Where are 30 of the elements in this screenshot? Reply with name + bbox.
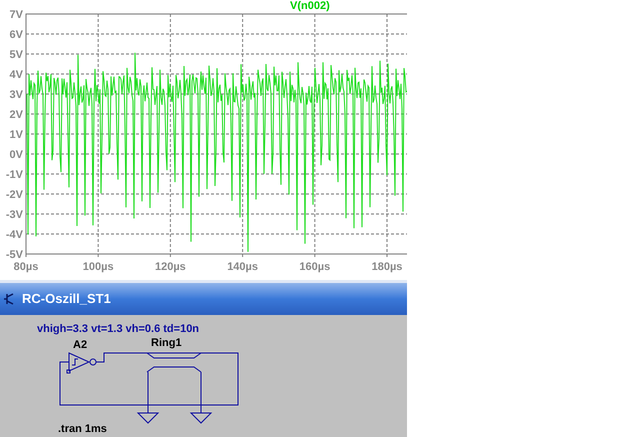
y-axis-label: 2V	[10, 109, 23, 121]
y-axis-label: 4V	[10, 69, 23, 81]
x-axis-label: 180µs	[372, 261, 402, 273]
transmission-line-symbol	[146, 352, 202, 372]
y-axis-label: 5V	[10, 49, 23, 61]
y-axis-label: 3V	[10, 89, 23, 101]
component-label: A2	[73, 339, 88, 351]
ground-symbol	[190, 372, 212, 424]
window-title: RC-Oszill_ST1	[22, 290, 111, 308]
y-axis-label: -4V	[6, 229, 23, 241]
x-axis-label: 120µs	[155, 261, 186, 273]
y-axis-label: -1V	[6, 169, 23, 181]
y-axis-label: -3V	[6, 209, 23, 221]
trace-label: V(n002)	[290, 0, 330, 12]
x-axis-label: 80µs	[14, 261, 38, 273]
schmitt-inverter-symbol	[66, 352, 96, 374]
component-label: Ring1	[151, 337, 182, 349]
model-parameters: vhigh=3.3 vt=1.3 vh=0.6 td=10n	[37, 323, 200, 335]
transistor-icon	[4, 293, 14, 306]
spice-directive: .tran 1ms	[58, 423, 107, 435]
y-axis-label: -5V	[6, 249, 23, 261]
y-axis-label: -2V	[6, 189, 23, 201]
ground-symbol	[138, 372, 160, 424]
y-axis-label: 0V	[10, 149, 23, 161]
y-axis-label: 7V	[10, 9, 23, 21]
x-axis-label: 100µs	[82, 261, 114, 273]
y-axis-label: 6V	[10, 29, 23, 41]
x-axis-label: 140µs	[227, 261, 258, 273]
y-axis-label: 1V	[10, 129, 23, 141]
x-axis-label: 160µs	[299, 261, 330, 273]
